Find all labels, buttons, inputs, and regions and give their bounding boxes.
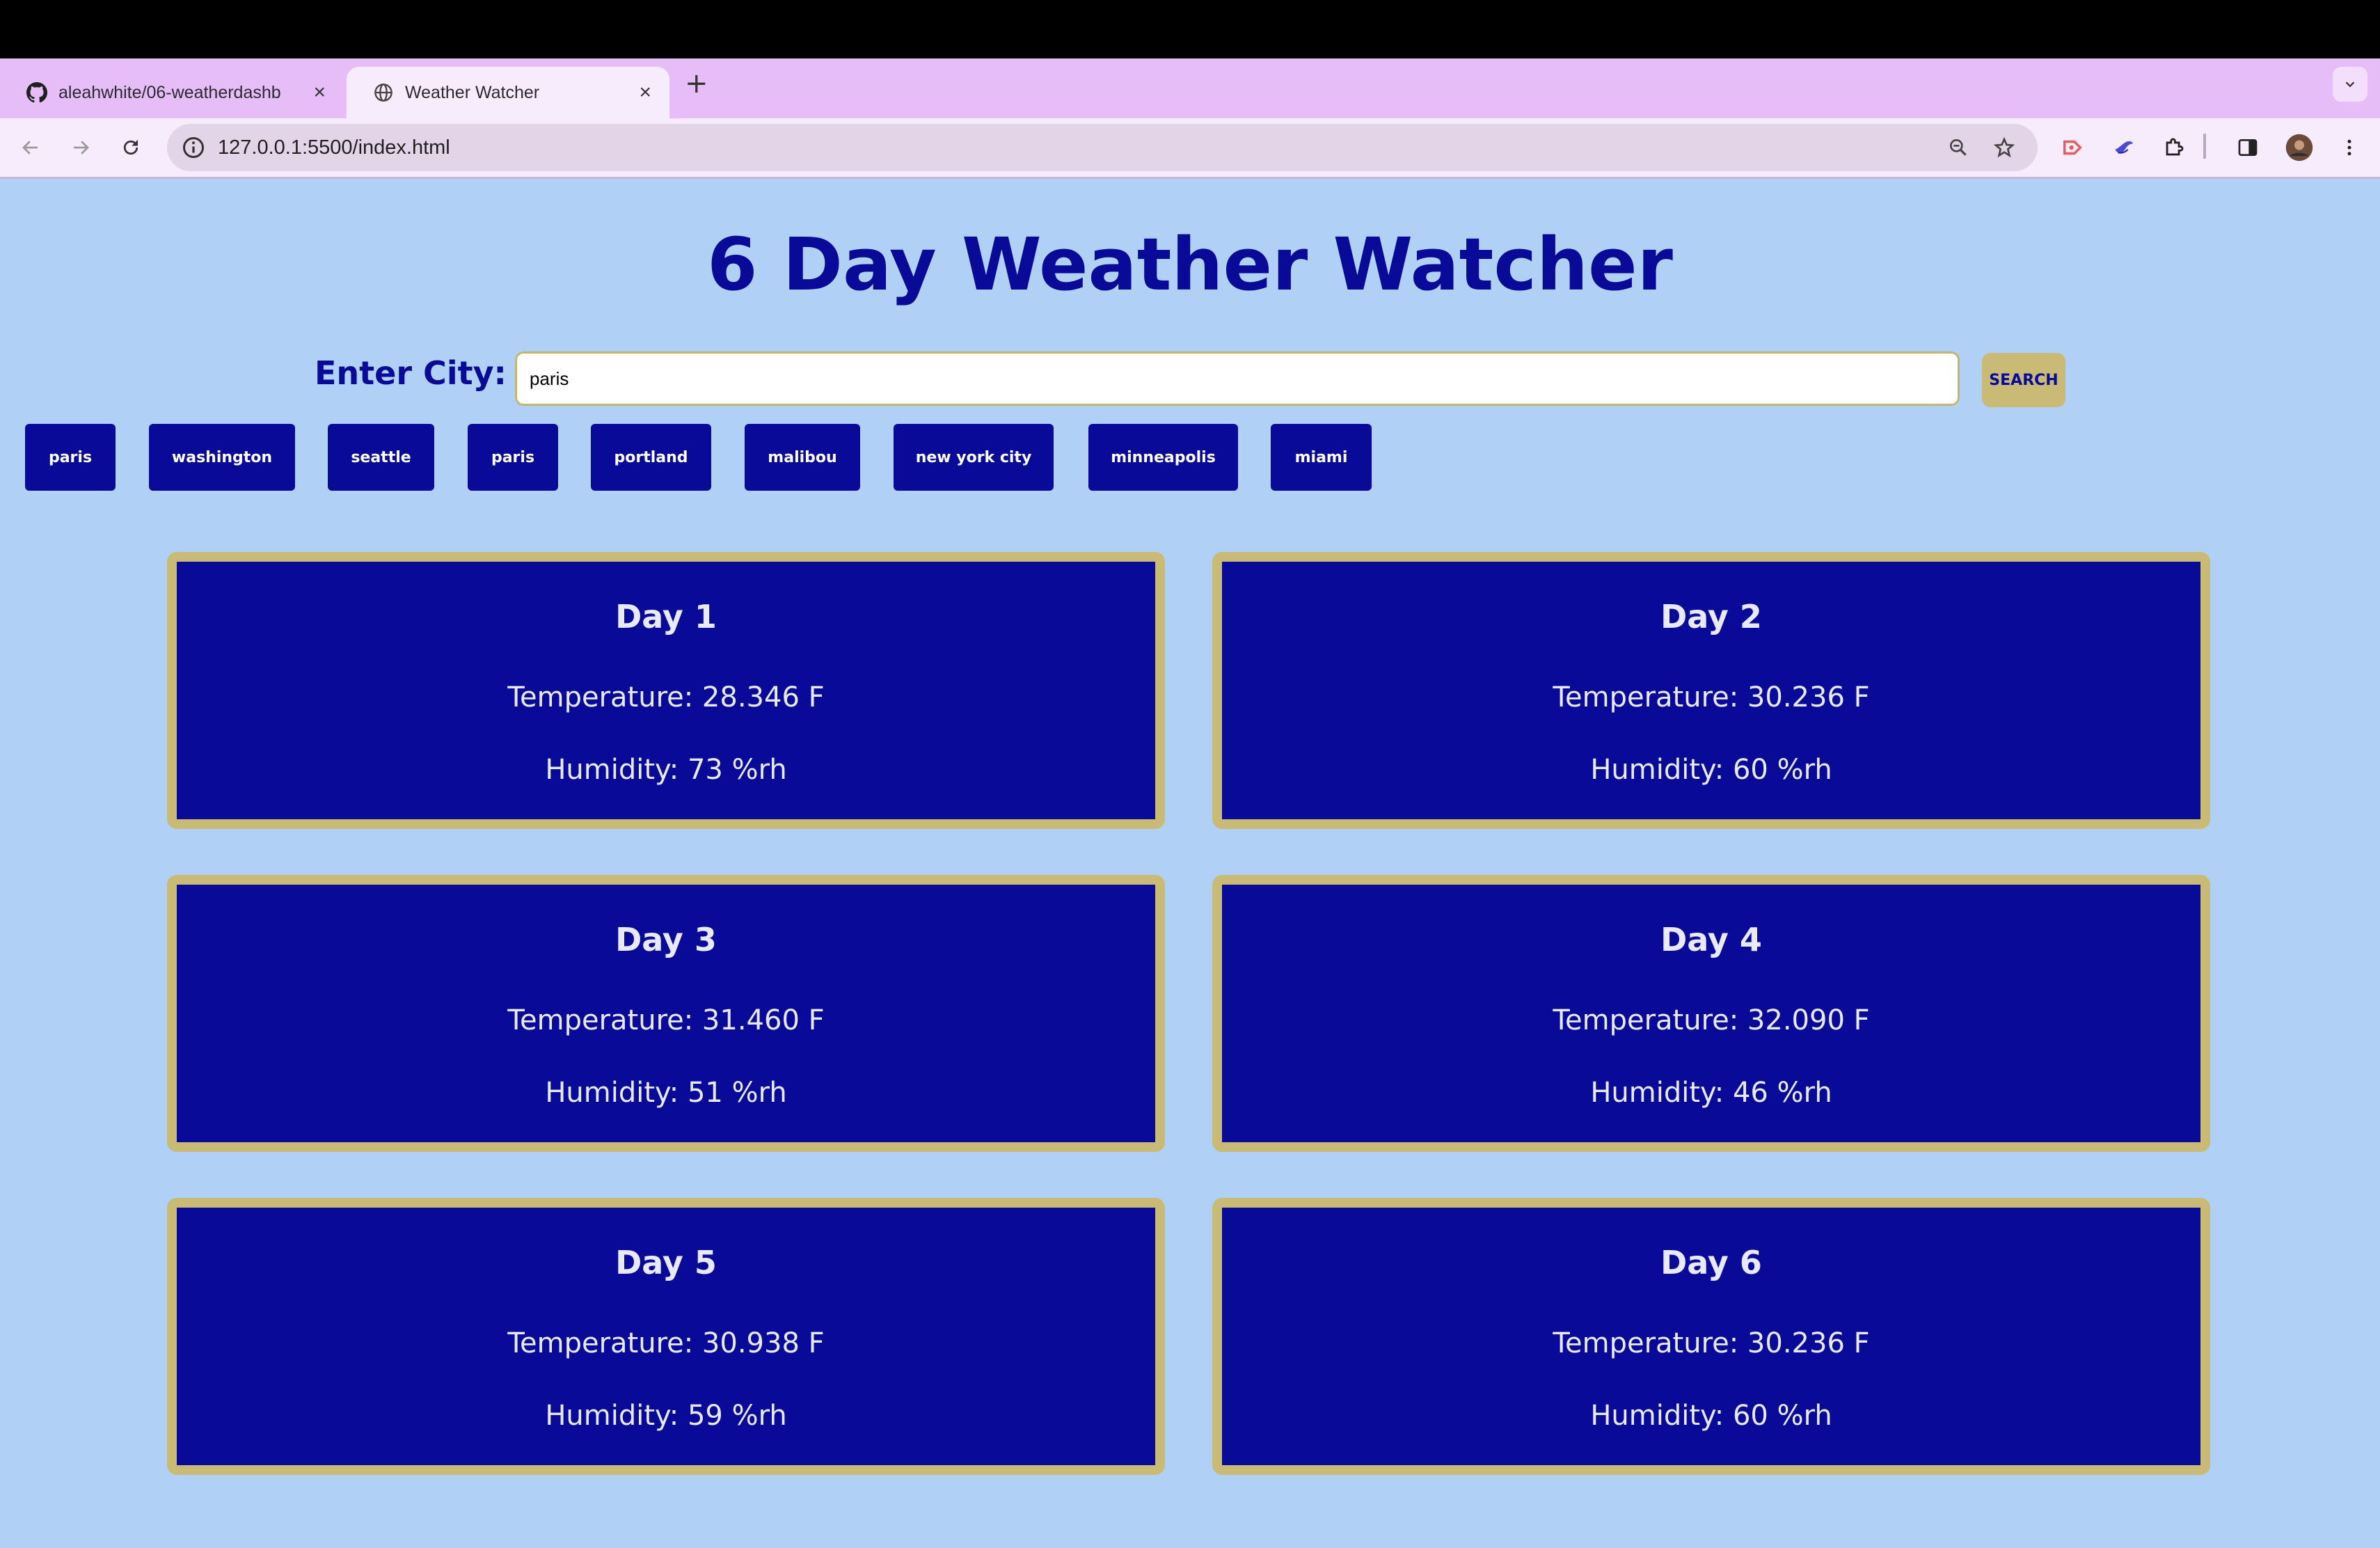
forecast-card-day-5: Day 5 Temperature: 30.938 F Humidity: 59…: [167, 1198, 1165, 1475]
weather-page: 6 Day Weather Watcher Enter City: SEARCH…: [0, 179, 2380, 1548]
tab-github-repo[interactable]: aleahwhite/06-weatherdashb ×: [0, 67, 344, 118]
day-label: Day 5: [615, 1244, 717, 1281]
history-button[interactable]: portland: [591, 424, 711, 491]
day-label: Day 6: [1660, 1244, 1762, 1281]
history-button[interactable]: paris: [25, 424, 116, 491]
tab-weather-watcher[interactable]: Weather Watcher ×: [347, 67, 669, 118]
page-title: 6 Day Weather Watcher: [707, 222, 1673, 307]
temperature-value: Temperature: 32.090 F: [1553, 1004, 1870, 1036]
system-top-bar: [0, 0, 2380, 58]
forecast-card-day-4: Day 4 Temperature: 32.090 F Humidity: 46…: [1212, 875, 2210, 1152]
tab-search-chevron-icon[interactable]: [2333, 67, 2367, 102]
day-label: Day 2: [1660, 598, 1762, 635]
humidity-value: Humidity: 59 %rh: [545, 1400, 787, 1432]
humidity-value: Humidity: 73 %rh: [545, 754, 787, 786]
tab-strip: aleahwhite/06-weatherdashb × Weather Wat…: [0, 58, 2380, 118]
day-label: Day 1: [615, 598, 717, 635]
temperature-value: Temperature: 31.460 F: [507, 1004, 825, 1036]
temperature-value: Temperature: 30.236 F: [1553, 681, 1870, 713]
zoom-icon[interactable]: [1943, 132, 1974, 163]
history-button[interactable]: miami: [1271, 424, 1372, 491]
history-button[interactable]: malibou: [745, 424, 860, 491]
forecast-card-day-6: Day 6 Temperature: 30.236 F Humidity: 60…: [1212, 1198, 2210, 1475]
extension-blue-icon[interactable]: [2107, 131, 2141, 164]
extension-red-icon[interactable]: [2056, 131, 2089, 164]
temperature-value: Temperature: 30.938 F: [507, 1327, 825, 1359]
close-tab-icon[interactable]: ×: [313, 82, 326, 103]
forecast-card-day-1: Day 1 Temperature: 28.346 F Humidity: 73…: [167, 552, 1165, 829]
tab-title: aleahwhite/06-weatherdashb: [58, 82, 281, 102]
history-button[interactable]: new york city: [894, 424, 1054, 491]
url-text[interactable]: 127.0.0.1:5500/index.html: [218, 132, 450, 163]
day-label: Day 4: [1660, 921, 1762, 958]
history-button[interactable]: paris: [468, 424, 558, 491]
github-icon: [26, 82, 47, 103]
city-label: Enter City:: [315, 354, 507, 392]
close-tab-icon[interactable]: ×: [639, 82, 651, 103]
forward-arrow-icon[interactable]: [64, 131, 97, 164]
temperature-value: Temperature: 28.346 F: [507, 681, 825, 713]
globe-icon: [373, 82, 394, 103]
forecast-card-day-2: Day 2 Temperature: 30.236 F Humidity: 60…: [1212, 552, 2210, 829]
bookmark-star-icon[interactable]: [1989, 132, 2020, 163]
humidity-value: Humidity: 46 %rh: [1590, 1077, 1832, 1109]
profile-avatar[interactable]: [2283, 131, 2316, 164]
history-button[interactable]: seattle: [328, 424, 434, 491]
browser-menu-icon[interactable]: [2333, 131, 2366, 164]
search-button[interactable]: SEARCH: [1982, 353, 2065, 407]
humidity-value: Humidity: 51 %rh: [545, 1077, 787, 1109]
temperature-value: Temperature: 30.236 F: [1553, 1327, 1870, 1359]
tab-title: Weather Watcher: [405, 82, 540, 102]
new-tab-plus-icon[interactable]: +: [685, 70, 708, 97]
history-button[interactable]: washington: [149, 424, 295, 491]
day-label: Day 3: [615, 921, 717, 958]
humidity-value: Humidity: 60 %rh: [1590, 1400, 1832, 1432]
humidity-value: Humidity: 60 %rh: [1590, 754, 1832, 786]
toolbar-divider: [2203, 134, 2206, 159]
forecast-card-day-3: Day 3 Temperature: 31.460 F Humidity: 51…: [167, 875, 1165, 1152]
back-arrow-icon[interactable]: [14, 131, 47, 164]
history-button[interactable]: minneapolis: [1088, 424, 1238, 491]
city-search-input[interactable]: [515, 352, 1960, 406]
extensions-puzzle-icon[interactable]: [2157, 131, 2191, 164]
site-info-icon[interactable]: [181, 135, 206, 160]
side-panel-icon[interactable]: [2231, 131, 2264, 164]
reload-icon[interactable]: [114, 131, 148, 164]
